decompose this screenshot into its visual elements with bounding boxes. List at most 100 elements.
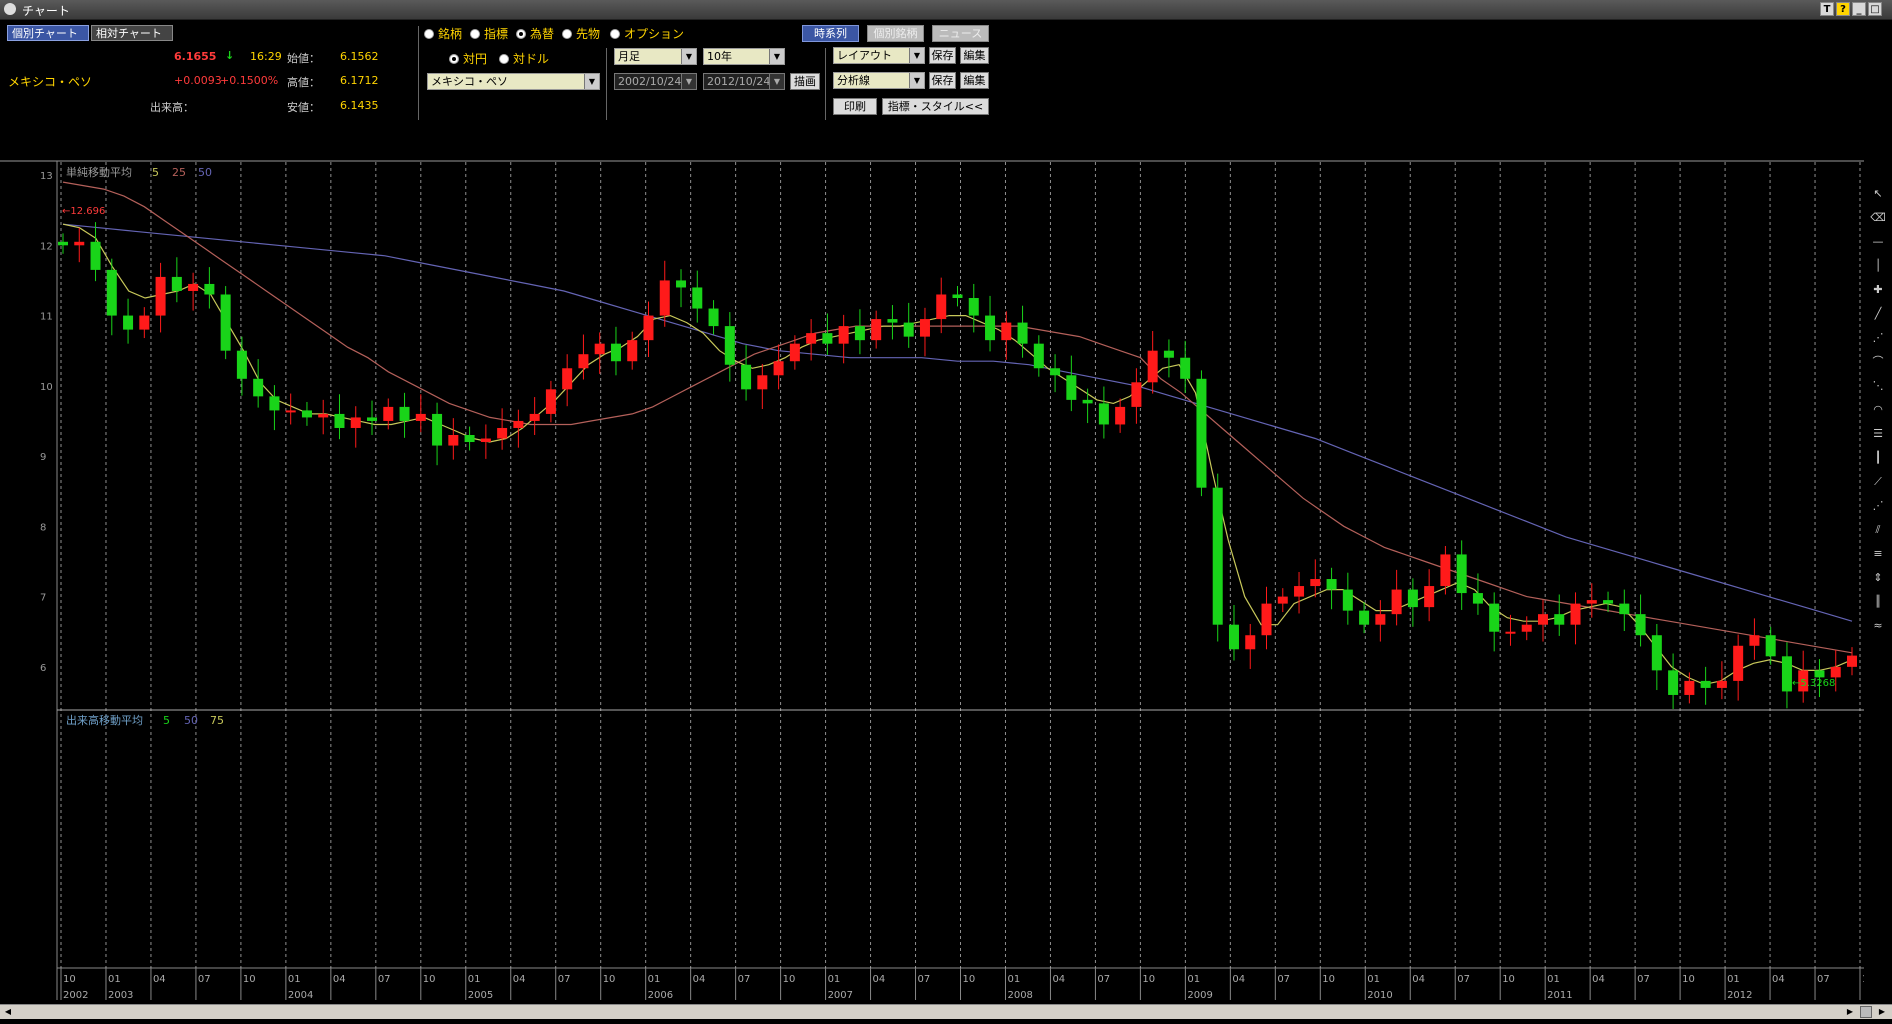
span-select[interactable]: 10年 ▼ [703,48,785,65]
x-month-label: 01 [828,974,841,985]
candle-body [480,438,491,443]
arc-icon[interactable]: ⌒ [1870,354,1886,370]
analysis-edit-button[interactable]: 編集 [960,72,989,89]
scroll-right-icon[interactable]: ▶ [1844,1006,1856,1018]
ma-legend-25: 25 [172,166,186,179]
tab-relative-chart[interactable]: 相対チャート [91,25,173,41]
news-button[interactable]: ニュース [932,25,989,42]
fibonacci-fan-icon[interactable]: ⋱ [1870,378,1886,394]
radio-index[interactable]: 指標 [470,25,508,42]
radio-dot-selected-icon [516,29,526,39]
fan-line-icon[interactable]: ⋰ [1870,330,1886,346]
radio-stock[interactable]: 銘柄 [424,25,462,42]
horizontal-line-icon[interactable]: — [1870,234,1886,250]
scroll-left-icon[interactable]: ◀ [2,1006,14,1018]
x-month-label: 01 [648,974,661,985]
channel-icon[interactable]: ⫽ [1870,522,1886,538]
vertical-gridlines [60,162,1861,968]
timeseries-button[interactable]: 時系列 [802,25,859,42]
x-year-label: 2003 [108,990,133,1001]
radio-options[interactable]: オプション [610,25,684,42]
candle-body [1537,614,1548,625]
scroll-thumb[interactable] [1860,1006,1872,1018]
price-chart[interactable]: 13 12 11 10 9 8 7 6 10 2002 01 2003 04 07 10 01 2004 04 0… [0,160,1864,1020]
draw-button[interactable]: 描画 [790,73,820,90]
x-month-label: 07 [918,974,931,985]
candle-body [220,294,231,351]
candle-body [1570,603,1581,625]
candle-body [301,410,312,418]
ray-icon[interactable]: ⟋ [1870,474,1886,490]
candle-body [399,406,410,421]
trendline-icon[interactable]: ╱ [1870,306,1886,322]
candle-body [1212,487,1223,625]
candle-body [1651,635,1662,671]
scroll-end-icon[interactable]: ▶ [1876,1006,1888,1018]
fibonacci-arc-icon[interactable]: ◠ [1870,402,1886,418]
y-tick-label: 7 [40,593,46,604]
radio-futures[interactable]: 先物 [562,25,600,42]
x-year-label: 2009 [1187,990,1212,1001]
analysis-save-button[interactable]: 保存 [929,72,956,89]
date-to-field[interactable]: 2012/10/24 ▼ [703,73,785,90]
candle-body [1163,350,1174,358]
candle-body [1066,375,1077,400]
help-icon[interactable]: ? [1836,2,1850,16]
gann-fan-icon[interactable]: ⋰ [1870,498,1886,514]
vertical-line-icon[interactable]: │ [1870,258,1886,274]
x-month-label: 01 [288,974,301,985]
candle-body [806,333,817,344]
parallel-lines-icon[interactable]: ≡ [1870,546,1886,562]
x-month-label: 10 [1142,974,1155,985]
quote-price: 6.1655 [174,50,217,63]
x-year-label: 2012 [1727,990,1752,1001]
horizontal-scrollbar[interactable]: ◀ ▶ ▶ [0,1004,1892,1019]
topmost-icon[interactable]: T [1820,2,1834,16]
x-month-label: 10 [963,974,976,985]
radio-vs-yen[interactable]: 対円 [449,50,487,67]
indicator-style-button[interactable]: 指標・スタイル<< [882,98,989,115]
candle-body [1781,656,1792,692]
radio-vs-dollar[interactable]: 対ドル [499,50,549,67]
radio-dot-icon [424,29,434,39]
ma-legend-50: 50 [198,166,212,179]
candle-body [1472,593,1483,604]
currency-select[interactable]: メキシコ・ペソ ▼ [427,73,600,90]
layout-edit-button[interactable]: 編集 [960,47,989,64]
low-marker: ←5.3268 [1792,678,1835,689]
analysis-select-value: 分析線 [837,74,870,87]
maximize-icon[interactable]: □ [1868,2,1882,16]
radio-fx[interactable]: 為替 [516,25,554,42]
candle-body [1342,589,1353,611]
down-arrow-icon: ↓ [225,49,235,62]
layout-save-button[interactable]: 保存 [929,47,956,64]
range-icon[interactable]: ⇕ [1870,570,1886,586]
individual-stock-button[interactable]: 個別銘柄 [867,25,924,42]
date-from-field[interactable]: 2002/10/24 ▼ [614,73,697,90]
layout-select[interactable]: レイアウト ▼ [833,47,925,64]
minimize-icon[interactable]: _ [1852,2,1866,16]
print-button[interactable]: 印刷 [833,98,877,115]
analysis-select[interactable]: 分析線 ▼ [833,72,925,89]
candle-body [627,340,638,362]
pattern-icon[interactable]: ≈ [1870,618,1886,634]
period-select[interactable]: 月足 ▼ [614,48,697,65]
cycle-lines-icon[interactable]: ║ [1870,594,1886,610]
cursor-icon[interactable]: ↖ [1870,186,1886,202]
x-month-label: 01 [1007,974,1020,985]
eraser-icon[interactable]: ⌫ [1870,210,1886,226]
candle-body [610,343,621,362]
candle-body [1261,603,1272,636]
candle-body [1033,343,1044,369]
low-label: 安値： [287,101,320,114]
x-month-label: 04 [1052,974,1065,985]
candle-body [383,406,394,421]
tab-individual-chart[interactable]: 個別チャート [7,25,89,41]
candle-body [919,319,930,337]
x-year-label: 2005 [468,990,493,1001]
time-zone-icon[interactable]: ┃ [1870,450,1886,466]
x-month-label: 10 [63,974,76,985]
candle-body [350,417,361,428]
crosshair-icon[interactable]: ✚ [1870,282,1886,298]
fibonacci-retracement-icon[interactable]: ☰ [1870,426,1886,442]
